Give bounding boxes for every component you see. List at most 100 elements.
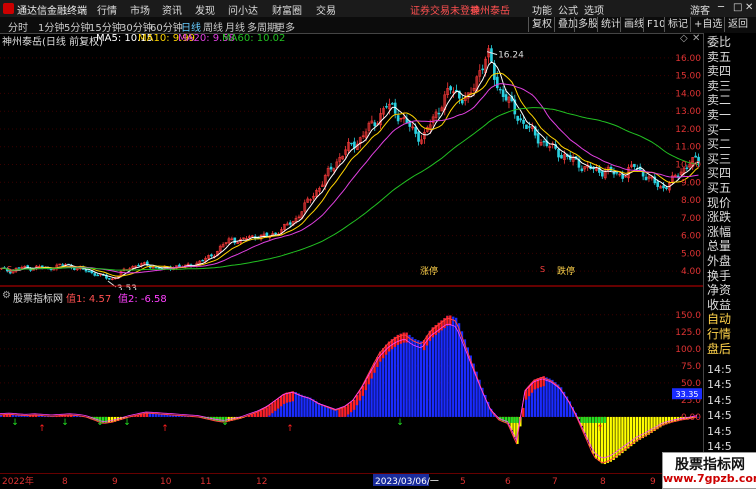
tick-time: 14:5 [707,394,756,408]
indicator-chart[interactable]: 150.0125.0100.075.050.025.00.00 ↓↑↓↓↓↑↓↑… [0,303,703,473]
period-15min[interactable]: 15分钟 [89,19,122,34]
period-daily[interactable]: 日线 [181,19,201,34]
candle-body [108,278,110,279]
date-label: 5 [460,477,466,487]
indicator-bar-falling [580,417,582,423]
indicator-bar [405,333,407,417]
indicator-settings-icon[interactable]: ⚙ [2,290,11,301]
indicator-bar-rising [268,405,270,415]
indicator-bar-falling [598,417,600,423]
indicator-bar [432,327,434,417]
tick-time: 14:5 [707,378,756,392]
indicator-bar-rising [265,407,267,416]
candle-body [202,260,204,261]
indicator-bar [303,396,305,417]
menu-quotes[interactable]: 行情 [97,2,117,17]
menu-guest[interactable]: 游客 [690,2,710,17]
menu-options[interactable]: 选项 [584,2,604,17]
menu-ask[interactable]: 问小达 [228,2,258,17]
tick-time: 14:5 [707,363,756,377]
period-5min[interactable]: 5分钟 [64,19,90,34]
tool-back[interactable]: 返回 [724,17,751,32]
indicator-axis-label: 50.0 [681,379,701,389]
down-arrow-icon: ↓ [396,418,404,428]
indicator-bar-falling [510,417,512,423]
quote-label: 委比 [707,35,756,49]
indicator-axis-label: 100.0 [675,345,701,355]
menu-function[interactable]: 功能 [532,2,552,17]
period-multi[interactable]: 多周期 [247,19,277,34]
indicator-bar-rising [341,408,343,417]
period-monthly[interactable]: 月线 [225,19,245,34]
menu-market[interactable]: 市场 [130,2,150,17]
price-axis-label: 5.00 [681,249,701,259]
menu-news[interactable]: 资讯 [162,2,182,17]
indicator-bar-falling [592,417,594,423]
quote-label: 买三 [707,152,756,166]
indicator-bar-rising [277,399,279,409]
indicator-bar [309,398,311,417]
period-weekly[interactable]: 周线 [203,19,223,34]
tool-add-favorite[interactable]: +自选 [690,17,725,32]
indicator-axis-label: 150.0 [675,311,701,321]
up-arrow-icon: ↑ [38,424,46,434]
down-arrow-icon: ↓ [11,418,19,428]
date-label: 2022年 [2,475,34,487]
maximize-icon[interactable]: □ [733,2,742,13]
indicator-bar [426,335,428,416]
indicator-bar-rising [283,394,285,404]
date-label: 6 [505,477,511,487]
indicator-axis-label: 75.0 [681,362,701,372]
indicator-bar-rising [289,392,291,402]
tool-adjust[interactable]: 复权 [528,17,555,32]
candle-body [438,113,440,114]
candle-body [18,268,20,269]
indicator-bar-rising [403,333,405,343]
indicator-bar [388,342,390,417]
price-axis-label: 4.00 [681,267,701,277]
indicator-bar-falling [105,417,107,423]
menu-wealth[interactable]: 财富圈 [272,2,302,17]
price-axis-label: 15.00 [675,72,701,82]
close-icon[interactable]: ✕ [745,2,753,13]
indicator-bar-falling [589,417,591,423]
quote-label: 卖四 [707,64,756,78]
period-more[interactable]: 更多 [275,19,295,34]
up-arrow-icon: ↑ [596,424,604,434]
indicator-bar [417,340,419,417]
menu-formula[interactable]: 公式 [558,2,578,17]
indicator-bar-rising [257,412,259,417]
panel-close-icon[interactable]: ✕ [692,33,700,44]
indicator-axis-label: 125.0 [675,328,701,338]
period-timeshare[interactable]: 分时 [8,19,28,34]
price-chart[interactable]: 16.0015.0014.0013.0012.0011.0010.009.008… [0,45,703,290]
quote-label: 总量 [707,239,756,253]
minimize-icon[interactable]: ─ [718,2,724,13]
quote-label: 买四 [707,166,756,180]
candle-body [415,127,417,133]
quote-label: 净资 [707,283,756,297]
price-axis-label: 11.00 [675,143,701,153]
ma60-line [2,108,699,271]
indicator-bar [400,334,402,417]
date-label: 9 [112,477,118,487]
indicator-bar [435,325,437,417]
indicator-bar-rising [353,400,355,410]
menu-trade[interactable]: 交易 [316,2,336,17]
indicator-bar [306,397,308,417]
period-30min[interactable]: 30分钟 [120,19,153,34]
indicator-bar [423,340,425,417]
menu-discover[interactable]: 发现 [195,2,215,17]
period-60min[interactable]: 60分钟 [150,19,183,34]
indicator-current-value: 33.35 [676,390,699,399]
panel-toggle-icon[interactable]: ◇ [680,33,688,44]
tool-mark[interactable]: 标记 [664,17,691,32]
period-1min[interactable]: 1分钟 [38,19,64,34]
candle-body [385,106,387,107]
indicator-bar [648,417,650,435]
candle-body [461,100,463,103]
candle-body [657,182,659,187]
indicator-bar [394,337,396,417]
indicator-bar [545,377,547,417]
indicator-bar-falling [502,417,504,421]
